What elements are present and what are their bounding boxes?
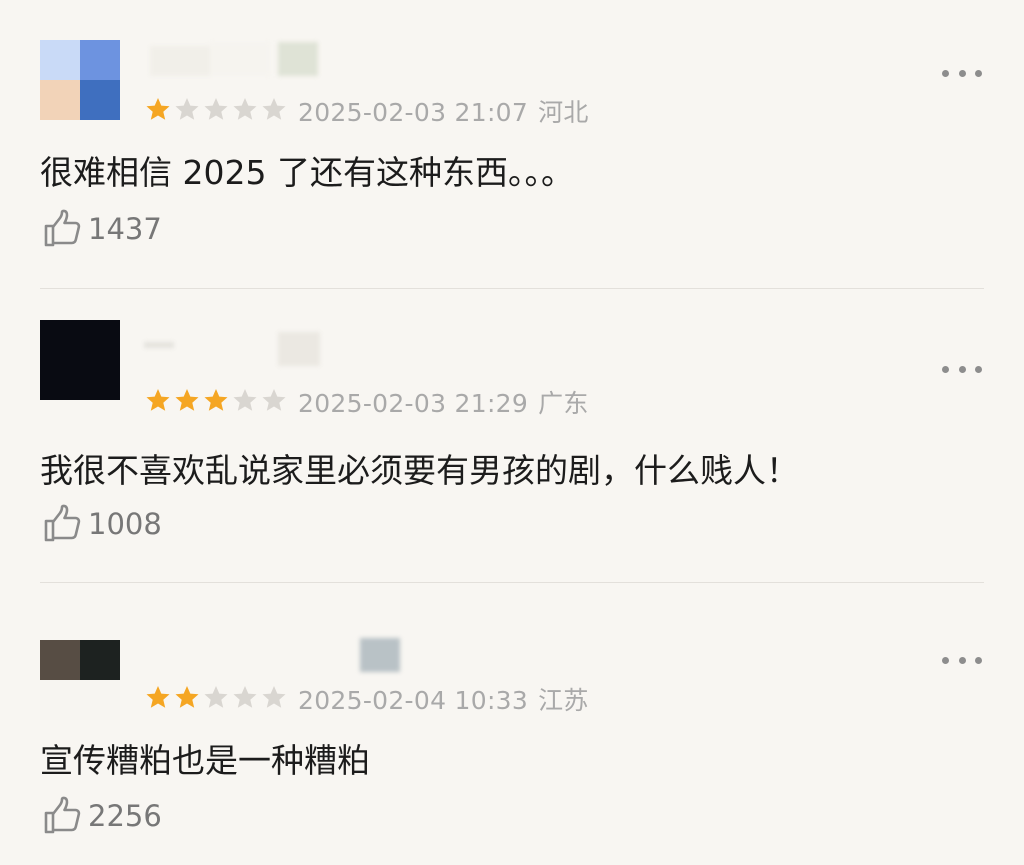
like-button[interactable]: 1008 <box>42 503 162 545</box>
review-text: 宣传糟粕也是一种糟粕 <box>40 741 370 780</box>
like-button[interactable]: 2256 <box>42 795 162 837</box>
review-text: 很难相信 2025 了还有这种东西。。。 <box>40 153 574 192</box>
more-dot <box>975 656 982 664</box>
star-icon <box>262 98 286 120</box>
review-text: 我很不喜欢乱说家里必须要有男孩的剧，什么贱人！ <box>40 451 799 490</box>
more-dot <box>975 69 982 77</box>
review-meta: 2025-02-03 21:29 广东 <box>298 384 589 420</box>
review-date: 2025-02-04 10:33 <box>298 686 529 715</box>
star-icon <box>204 98 228 120</box>
thumbs-up-icon <box>44 796 81 834</box>
more-options-button[interactable] <box>942 363 982 375</box>
star-icon <box>175 389 199 411</box>
avatar[interactable] <box>40 320 120 400</box>
review-meta: 2025-02-03 21:07 河北 <box>298 93 589 129</box>
more-dot <box>958 656 966 664</box>
like-button[interactable]: 1437 <box>42 208 162 250</box>
username-redacted[interactable] <box>150 42 320 76</box>
star-icon <box>233 389 257 411</box>
avatar[interactable] <box>40 40 120 120</box>
star-icon <box>204 389 228 411</box>
more-dot <box>958 365 966 373</box>
rating-stars <box>144 387 288 413</box>
star-icon <box>262 389 286 411</box>
thumbs-up-icon <box>44 209 81 247</box>
star-icon <box>262 686 286 708</box>
thumbs-up-icon <box>44 504 81 542</box>
star-icon <box>146 389 170 411</box>
more-dot <box>975 365 982 373</box>
like-count: 1008 <box>88 507 162 541</box>
review-date: 2025-02-03 21:07 <box>298 98 529 127</box>
star-icon <box>204 686 228 708</box>
username-redacted[interactable] <box>140 326 330 366</box>
star-icon <box>233 686 257 708</box>
divider <box>40 288 984 289</box>
review-location: 江苏 <box>538 686 589 715</box>
review-item: 2025-02-04 10:33 江苏 宣传糟粕也是一种糟粕 2256 <box>0 638 1024 865</box>
review-location: 广东 <box>538 389 589 418</box>
star-icon <box>175 98 199 120</box>
rating-stars <box>144 96 288 122</box>
more-dot <box>958 69 966 77</box>
avatar[interactable] <box>40 640 120 720</box>
star-icon <box>146 98 170 120</box>
star-icon <box>175 686 199 708</box>
review-item: 2025-02-03 21:07 河北 很难相信 2025 了还有这种东西。。。 … <box>0 40 1024 288</box>
divider <box>40 582 984 583</box>
review-location: 河北 <box>538 98 589 127</box>
more-dot <box>942 656 949 664</box>
review-item: 2025-02-03 21:29 广东 我很不喜欢乱说家里必须要有男孩的剧，什么贱… <box>0 320 1024 582</box>
username-redacted[interactable] <box>140 630 410 672</box>
review-meta: 2025-02-04 10:33 江苏 <box>298 681 589 717</box>
like-count: 1437 <box>88 212 162 246</box>
more-dot <box>942 365 949 373</box>
more-options-button[interactable] <box>942 654 982 666</box>
more-dot <box>942 69 949 77</box>
more-options-button[interactable] <box>942 67 982 79</box>
rating-stars <box>144 684 288 710</box>
like-count: 2256 <box>88 799 162 833</box>
review-date: 2025-02-03 21:29 <box>298 389 529 418</box>
star-icon <box>146 686 170 708</box>
star-icon <box>233 98 257 120</box>
